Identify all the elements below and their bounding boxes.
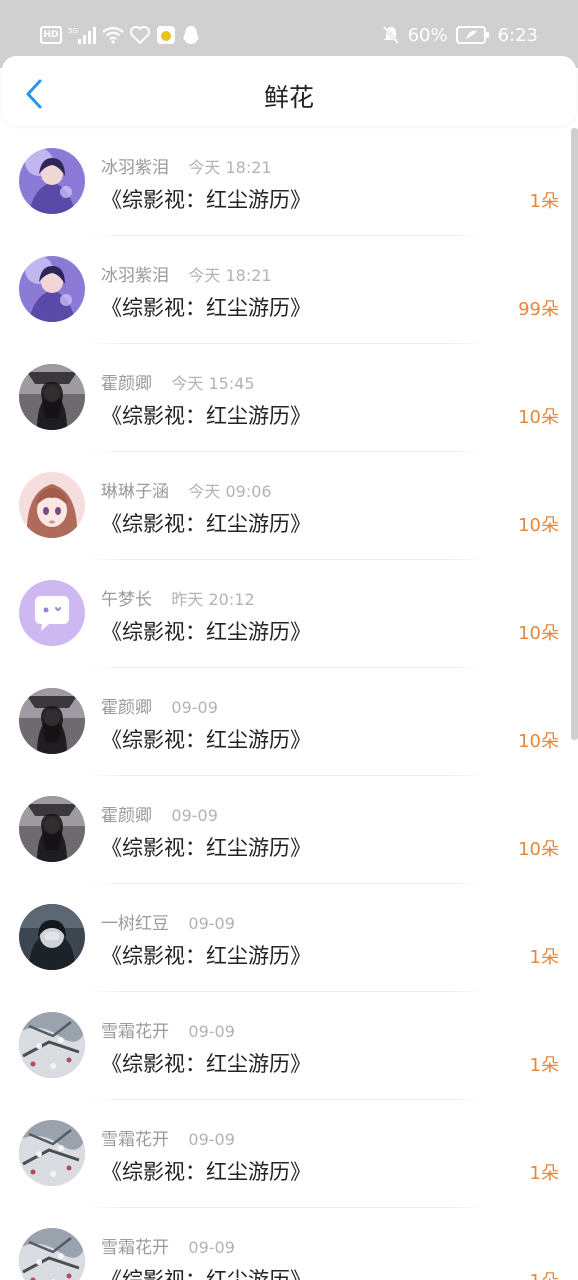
list-item[interactable]: 霍颜卿 今天 15:45 《综影视：红尘游历》 10朵 [0, 344, 578, 452]
user-name[interactable]: 霍颜卿 [101, 698, 152, 718]
list-item[interactable]: 冰羽紫泪 今天 18:21 《综影视：红尘游历》 99朵 [0, 236, 578, 344]
item-meta: 琳琳子涵 今天 09:06 [101, 477, 272, 502]
list-item[interactable]: 霍颜卿 09-09 《综影视：红尘游历》 10朵 [0, 668, 578, 776]
book-title: 《综影视：红尘游历》 [101, 944, 311, 968]
scrollbar[interactable] [571, 128, 578, 740]
battery-percent: 60% [407, 24, 448, 46]
user-name[interactable]: 雪霜花开 [101, 1130, 169, 1150]
battery-icon [455, 26, 489, 44]
book-title: 《综影视：红尘游历》 [101, 296, 311, 320]
avatar[interactable] [19, 364, 85, 430]
timestamp: 09-09 [188, 1022, 235, 1041]
flower-count: 1朵 [529, 1163, 559, 1184]
avatar[interactable] [19, 796, 85, 862]
item-meta: 雪霜花开 09-09 [101, 1233, 235, 1258]
book-title: 《综影视：红尘游历》 [101, 836, 311, 860]
avatar[interactable] [19, 148, 85, 214]
item-meta: 霍颜卿 今天 15:45 [101, 369, 255, 394]
flower-list: 冰羽紫泪 今天 18:21 《综影视：红尘游历》 1朵 冰羽紫泪 今天 18:2… [0, 128, 578, 1280]
avatar[interactable] [19, 688, 85, 754]
list-item[interactable]: 雪霜花开 09-09 《综影视：红尘游历》 1朵 [0, 1208, 578, 1280]
timestamp: 今天 18:21 [188, 266, 272, 285]
flower-count: 99朵 [518, 299, 559, 320]
screen: HD 5G 60% 6:23 鲜花 冰羽紫泪 今天 18:21 《综影视：红尘游… [0, 0, 578, 1280]
timestamp: 09-09 [171, 698, 218, 717]
list-item[interactable]: 雪霜花开 09-09 《综影视：红尘游历》 1朵 [0, 992, 578, 1100]
flower-count: 10朵 [518, 623, 559, 644]
list-item[interactable]: 冰羽紫泪 今天 18:21 《综影视：红尘游历》 1朵 [0, 128, 578, 236]
flower-count: 1朵 [529, 947, 559, 968]
app-notification-icon [157, 26, 175, 44]
wifi-icon [102, 26, 124, 44]
timestamp: 昨天 20:12 [171, 590, 255, 609]
flower-count: 10朵 [518, 731, 559, 752]
timestamp: 今天 09:06 [188, 482, 272, 501]
avatar[interactable] [19, 256, 85, 322]
book-title: 《综影视：红尘游历》 [101, 728, 311, 752]
svg-text:5G: 5G [68, 27, 78, 35]
flower-count: 10朵 [518, 839, 559, 860]
item-meta: 雪霜花开 09-09 [101, 1017, 235, 1042]
list-item[interactable]: 午梦长 昨天 20:12 《综影视：红尘游历》 10朵 [0, 560, 578, 668]
flower-count: 10朵 [518, 515, 559, 536]
flower-count: 1朵 [530, 1267, 559, 1280]
qq-icon [183, 26, 199, 44]
user-name[interactable]: 霍颜卿 [101, 374, 152, 394]
item-meta: 午梦长 昨天 20:12 [101, 585, 255, 610]
user-name[interactable]: 雪霜花开 [101, 1022, 169, 1042]
item-meta: 雪霜花开 09-09 [101, 1125, 235, 1150]
avatar[interactable] [19, 472, 85, 538]
book-title: 《综影视：红尘游历》 [101, 1268, 311, 1280]
avatar[interactable] [19, 904, 85, 970]
user-name[interactable]: 一树红豆 [101, 914, 169, 934]
item-meta: 霍颜卿 09-09 [101, 801, 218, 826]
item-meta: 冰羽紫泪 今天 18:21 [101, 153, 272, 178]
timestamp: 09-09 [188, 914, 235, 933]
list-item[interactable]: 霍颜卿 09-09 《综影视：红尘游历》 10朵 [0, 776, 578, 884]
mute-bell-icon [382, 26, 399, 44]
user-name[interactable]: 琳琳子涵 [101, 482, 169, 502]
signal-icon: 5G [68, 27, 96, 44]
book-title: 《综影视：红尘游历》 [101, 620, 311, 644]
timestamp: 今天 18:21 [188, 158, 272, 177]
user-name[interactable]: 雪霜花开 [101, 1238, 169, 1258]
header: 鲜花 [2, 56, 576, 126]
hd-icon: HD [40, 26, 62, 44]
list-item[interactable]: 一树红豆 09-09 《综影视：红尘游历》 1朵 [0, 884, 578, 992]
flower-count: 10朵 [518, 407, 559, 428]
book-title: 《综影视：红尘游历》 [101, 512, 311, 536]
list-item[interactable]: 雪霜花开 09-09 《综影视：红尘游历》 1朵 [0, 1100, 578, 1208]
avatar[interactable] [19, 1228, 85, 1280]
list-item[interactable]: 琳琳子涵 今天 09:06 《综影视：红尘游历》 10朵 [0, 452, 578, 560]
avatar[interactable] [19, 1012, 85, 1078]
user-name[interactable]: 午梦长 [101, 590, 152, 610]
user-name[interactable]: 冰羽紫泪 [101, 158, 169, 178]
book-title: 《综影视：红尘游历》 [101, 404, 311, 428]
user-name[interactable]: 霍颜卿 [101, 806, 152, 826]
timestamp: 09-09 [188, 1130, 235, 1149]
book-title: 《综影视：红尘游历》 [101, 188, 311, 212]
book-title: 《综影视：红尘游历》 [101, 1160, 311, 1184]
user-name[interactable]: 冰羽紫泪 [101, 266, 169, 286]
avatar[interactable] [19, 580, 85, 646]
timestamp: 09-09 [188, 1238, 235, 1257]
heart-icon [130, 26, 150, 44]
avatar[interactable] [19, 1120, 85, 1186]
status-icons-left: HD 5G [40, 22, 200, 48]
flower-count: 1朵 [529, 191, 559, 212]
timestamp: 09-09 [171, 806, 218, 825]
clock: 6:23 [497, 24, 538, 46]
item-meta: 霍颜卿 09-09 [101, 693, 218, 718]
book-title: 《综影视：红尘游历》 [101, 1052, 311, 1076]
flower-count: 1朵 [529, 1055, 559, 1076]
item-meta: 冰羽紫泪 今天 18:21 [101, 261, 272, 286]
timestamp: 今天 15:45 [171, 374, 255, 393]
item-meta: 一树红豆 09-09 [101, 909, 235, 934]
page-title: 鲜花 [263, 83, 314, 112]
status-icons-right: 60% 6:23 [382, 22, 538, 48]
